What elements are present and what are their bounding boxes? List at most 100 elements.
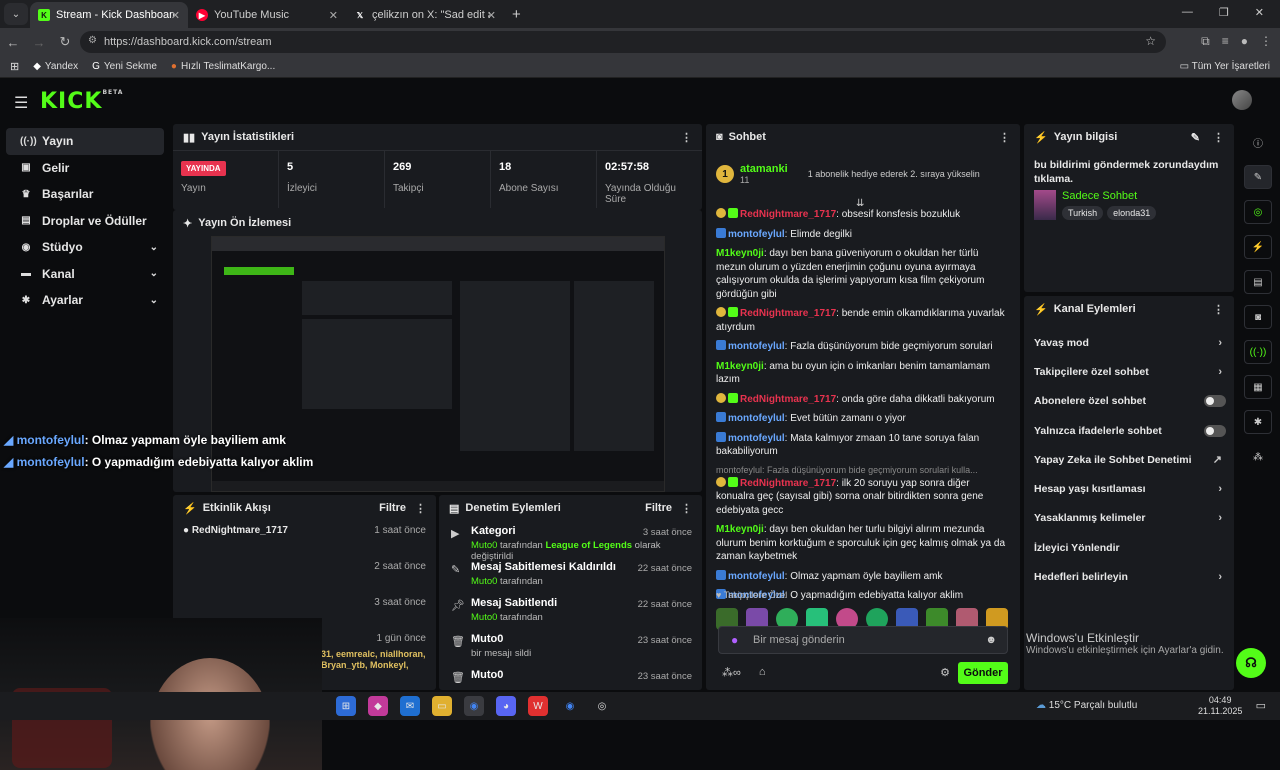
wrench-icon[interactable]: ✱: [1244, 410, 1272, 434]
emoji-icon[interactable]: ☻: [985, 634, 997, 646]
menu-hamburger-icon[interactable]: ☰: [14, 93, 28, 113]
menu-icon[interactable]: ⋮: [1260, 34, 1272, 49]
chat-username[interactable]: RedNightmare_1717: [740, 209, 836, 220]
chat-username[interactable]: M1keyn0ji: [716, 524, 764, 535]
tab-youtube-music[interactable]: ▶ YouTube Music ✕: [188, 2, 346, 28]
action-followers-only[interactable]: Takipçilere özel sohbet ›: [1024, 357, 1234, 386]
action-ai-moderation[interactable]: Yapay Zeka ile Sohbet Denetimi ↗: [1024, 445, 1234, 474]
more-options-icon[interactable]: ⋮: [681, 502, 692, 515]
chat-message[interactable]: M1keyn0ji: dayı ben bana güveniyorum o o…: [716, 247, 1008, 301]
close-tab-icon[interactable]: ✕: [329, 9, 338, 22]
more-options-icon[interactable]: ⋮: [999, 131, 1010, 144]
emotes-only-toggle[interactable]: [1204, 424, 1226, 437]
tab-x-post[interactable]: 𝕏 çelikzın on X: "Sad edit atar ma ✕: [346, 2, 504, 28]
chrome-icon[interactable]: ◉: [464, 696, 484, 716]
more-options-icon[interactable]: ⋮: [1213, 303, 1224, 316]
chrome-2-icon[interactable]: ◉: [560, 696, 580, 716]
apps-icon[interactable]: ⊞: [10, 60, 19, 73]
media-icon[interactable]: ≡: [1222, 34, 1229, 49]
reload-icon[interactable]: ↻: [52, 34, 78, 50]
sidebar-item-achievements[interactable]: ♛ Başarılar: [6, 181, 164, 208]
bolt-icon[interactable]: ⚡: [1244, 235, 1272, 259]
info-icon[interactable]: ⓘ: [1244, 130, 1272, 154]
chat-input[interactable]: ● Bir mesaj gönderin ☻: [718, 626, 1008, 654]
sidebar-item-channel[interactable]: ▬ Kanal ⌄: [6, 261, 164, 288]
broadcast-icon[interactable]: ((·)): [1244, 340, 1272, 364]
file-explorer-icon[interactable]: ▭: [432, 696, 452, 716]
chat-message[interactable]: RedNightmare_1717: bende emin olkamdıkla…: [716, 307, 1008, 334]
url-input[interactable]: ⚙ https://dashboard.kick.com/stream ☆: [80, 31, 1166, 53]
gift-leaderboard[interactable]: 1 atamanki 11 1 abonelik hediye ederek 2.…: [716, 154, 1012, 194]
close-tab-icon[interactable]: ✕: [487, 9, 496, 22]
filter-button[interactable]: Filtre: [645, 502, 672, 514]
chat-message[interactable]: RedNightmare_1717: ilk 20 soruyu yap son…: [716, 476, 1008, 518]
chat-username[interactable]: M1keyn0ji: [716, 361, 764, 372]
chat-message[interactable]: M1keyn0ji: dayı ben okuldan her turlu bi…: [716, 523, 1008, 564]
target-icon[interactable]: ◎: [1244, 200, 1272, 224]
sidebar-item-drops[interactable]: ▤ Droplar ve Ödüller: [6, 208, 164, 235]
chat-message[interactable]: montofeylul: Evet bütün zamanı o yiyor: [716, 412, 1008, 426]
new-tab-button[interactable]: +: [512, 6, 521, 23]
layout-icon[interactable]: ▦: [1244, 375, 1272, 399]
chat-username[interactable]: RedNightmare_1717: [740, 394, 836, 405]
back-icon[interactable]: ←: [0, 35, 26, 50]
discord-icon[interactable]: ◕: [496, 696, 516, 716]
points-icon[interactable]: ⁂∞: [722, 666, 741, 679]
action-goals[interactable]: Hedefleri belirleyin ›: [1024, 562, 1234, 591]
m365-icon[interactable]: ◆: [368, 696, 388, 716]
bookmark-star-icon[interactable]: ☆: [1145, 34, 1156, 48]
wps-icon[interactable]: W: [528, 696, 548, 716]
sidebar-item-settings[interactable]: ✱ Ayarlar ⌄: [6, 287, 164, 314]
sidebar-item-stream[interactable]: ((·)) Yayın: [6, 128, 164, 155]
weather-widget[interactable]: ☁ 15°C Parçalı bulutlu: [1036, 700, 1137, 711]
category-thumbnail[interactable]: [1034, 190, 1056, 220]
tag-chip[interactable]: elonda31: [1107, 206, 1157, 220]
microphone-icon[interactable]: ●: [731, 633, 738, 647]
chat-message[interactable]: montofeylul: Olmaz yapmam öyle bayiliem …: [716, 569, 1008, 584]
chat-username[interactable]: montofeylul: [728, 341, 785, 352]
bookmark-cargo[interactable]: ● Hızlı TeslimatKargo...: [171, 61, 275, 72]
tag-chip[interactable]: Turkish: [1062, 206, 1104, 220]
subscribers-only-toggle[interactable]: [1204, 395, 1226, 408]
sidebar-item-studio[interactable]: ◉ Stüdyo ⌄: [6, 234, 164, 261]
system-clock[interactable]: 04:49 21.11.2025: [1198, 695, 1242, 717]
chat-username[interactable]: montofeylul: [728, 571, 785, 582]
chat-message[interactable]: M1keyn0ji: ama bu oyun için o imkanları …: [716, 360, 1008, 387]
edit-icon[interactable]: ✎: [1191, 131, 1200, 144]
more-options-icon[interactable]: ⋮: [681, 131, 692, 144]
more-options-icon[interactable]: ⋮: [1213, 131, 1224, 144]
store-icon[interactable]: ⌂: [759, 666, 766, 679]
bookmark-new-tab[interactable]: G Yeni Sekme: [92, 61, 157, 72]
chat-username[interactable]: RedNightmare_1717: [740, 478, 836, 489]
kick-logo[interactable]: KICKBETA: [40, 89, 123, 114]
chat-username[interactable]: montofeylul: [728, 413, 785, 424]
site-info-icon[interactable]: ⚙: [88, 35, 97, 46]
start-icon[interactable]: ⊞: [336, 696, 356, 716]
chat-message[interactable]: montofeylul: Elimde degilki: [716, 227, 1008, 242]
action-host[interactable]: İzleyici Yönlendir: [1024, 533, 1234, 562]
filter-button[interactable]: Filtre: [379, 502, 406, 514]
user-avatar[interactable]: [1232, 90, 1252, 110]
clipboard-icon[interactable]: ▤: [1244, 270, 1272, 294]
close-window-icon[interactable]: ✕: [1255, 6, 1264, 19]
tab-kick-dashboard[interactable]: K Stream - Kick Dashboard ✕: [30, 2, 188, 28]
obs-icon[interactable]: ◎: [592, 696, 612, 716]
chat-username[interactable]: M1keyn0ji: [716, 248, 764, 259]
action-account-age[interactable]: Hesap yaşı kısıtlaması ›: [1024, 474, 1234, 503]
tab-search-button[interactable]: ⌄: [4, 3, 28, 25]
send-button[interactable]: Gönder: [958, 662, 1008, 684]
help-chat-button[interactable]: ☊: [1236, 648, 1266, 678]
chat-bubble-icon[interactable]: ◙: [1244, 305, 1272, 329]
sidebar-item-revenue[interactable]: ▣ Gelir: [6, 155, 164, 182]
restore-icon[interactable]: ❐: [1219, 6, 1229, 19]
minimize-icon[interactable]: —: [1182, 6, 1193, 19]
chat-message[interactable]: montofeylul: Mata kalmıyor zmaan 10 tane…: [716, 431, 1008, 459]
all-bookmarks[interactable]: ▭ Tüm Yer İşaretleri: [1180, 61, 1270, 72]
close-tab-icon[interactable]: ✕: [171, 9, 180, 22]
chat-username[interactable]: montofeylul: [728, 433, 785, 444]
notification-icon[interactable]: ▭: [1256, 699, 1266, 712]
category-name[interactable]: Sadece Sohbet: [1062, 190, 1156, 202]
action-slow-mode[interactable]: Yavaş mod ›: [1024, 328, 1234, 357]
stream-preview-video[interactable]: [211, 236, 665, 492]
bookmark-yandex[interactable]: ◆ Yandex: [33, 61, 78, 72]
